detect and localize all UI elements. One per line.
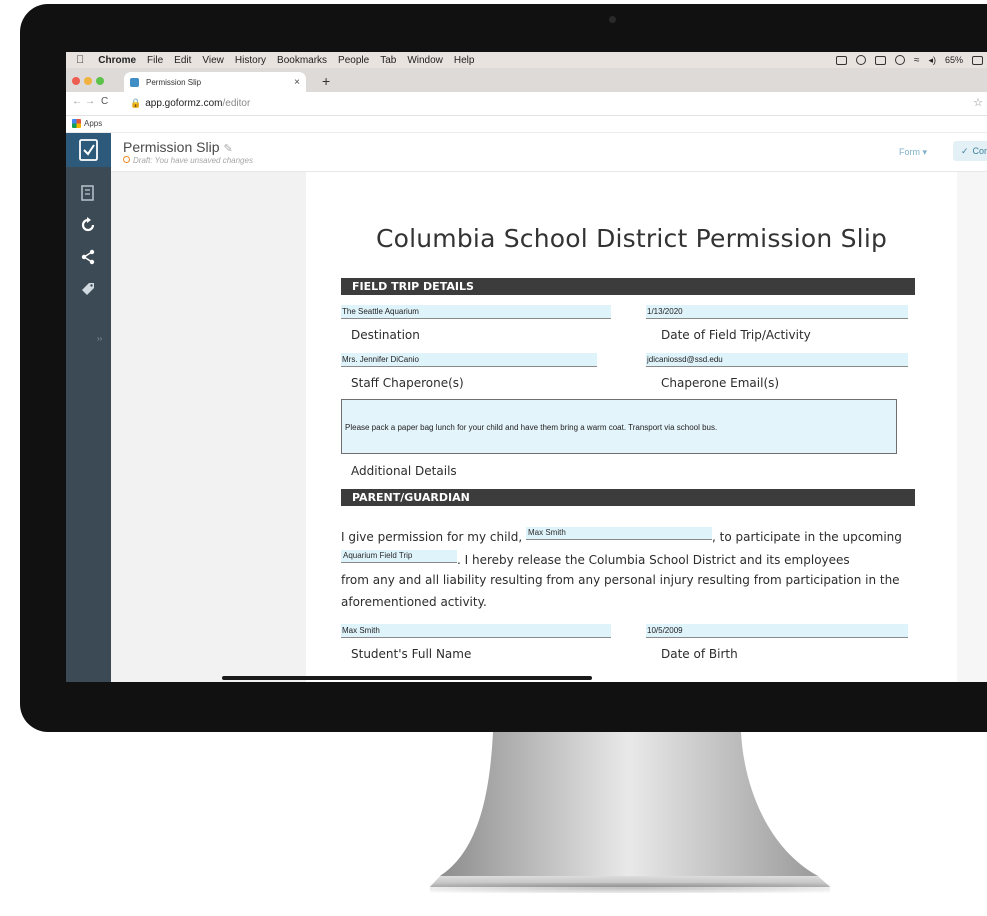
battery-percent[interactable]: 65% [945, 55, 963, 65]
consent-text-2: . I hereby release the Columbia School D… [457, 553, 850, 567]
bookmarks-bar: Apps [66, 116, 987, 133]
student-name-label: Student's Full Name [351, 647, 472, 661]
form-name[interactable]: Permission Slip ✎ [123, 139, 233, 155]
consent-line-3: from any and all liability resulting fro… [341, 573, 900, 587]
refresh-icon[interactable] [76, 213, 100, 237]
airplay-icon[interactable] [874, 55, 886, 65]
chaperone-label: Staff Chaperone(s) [351, 376, 464, 390]
shield-icon[interactable] [855, 55, 866, 65]
menu-history[interactable]: History [235, 55, 266, 66]
menu-tab[interactable]: Tab [380, 55, 396, 66]
browser-toolbar: ← → C 🔒 app.goformz.com/editor ☆ [66, 92, 987, 116]
chaperone-email-field[interactable]: jdicaniossd@ssd.edu [646, 353, 908, 367]
screen-share-icon[interactable] [835, 55, 847, 65]
left-panel [111, 172, 306, 682]
menu-help[interactable]: Help [454, 55, 475, 66]
menu-people[interactable]: People [338, 55, 369, 66]
form-view-label: Form [899, 147, 920, 157]
tab-permission-slip[interactable]: Permission Slip × [124, 72, 306, 92]
child-name-field[interactable]: Max Smith [526, 527, 712, 540]
volume-icon[interactable]: ◂) [928, 55, 936, 66]
wifi-icon[interactable]: ≈ [914, 55, 920, 66]
forward-icon[interactable]: → [85, 96, 95, 107]
destination-field[interactable]: The Seattle Aquarium [341, 305, 611, 319]
complete-button[interactable]: ✓Complete [953, 141, 987, 161]
close-window-button[interactable] [72, 77, 80, 85]
form-view-dropdown[interactable]: Form ▾ [899, 147, 927, 158]
share-icon[interactable] [76, 245, 100, 269]
consent-line-1: I give permission for my child, Max Smit… [341, 527, 921, 544]
trip-date-field[interactable]: 1/13/2020 [646, 305, 908, 319]
minimize-window-button[interactable] [84, 77, 92, 85]
menu-window[interactable]: Window [407, 55, 443, 66]
additional-details-label: Additional Details [351, 464, 457, 478]
draft-status: Draft: You have unsaved changes [123, 156, 253, 165]
birth-date-label: Date of Birth [661, 647, 738, 661]
reload-icon[interactable]: C [101, 96, 108, 107]
additional-details-field[interactable]: Please pack a paper bag lunch for your c… [341, 399, 897, 454]
consent-line-4: aforementioned activity. [341, 595, 487, 609]
app-sidebar: ›› [66, 133, 111, 682]
back-icon[interactable]: ← [72, 96, 82, 107]
apps-shortcut[interactable]: Apps [72, 119, 102, 128]
apps-grid-icon [72, 119, 81, 128]
checkmark-icon: ✓ [961, 145, 969, 156]
trip-name-field[interactable]: Aquarium Field Trip [341, 550, 457, 563]
chaperone-field[interactable]: Mrs. Jennifer DiCanio [341, 353, 597, 367]
battery-icon[interactable] [972, 55, 983, 65]
browser-tab-strip: Permission Slip × + [66, 68, 987, 92]
goformz-favicon-icon [130, 77, 139, 87]
tag-icon[interactable] [76, 277, 100, 301]
chevron-down-icon: ▾ [922, 147, 928, 157]
consent-text-1b: , to participate in the upcoming [712, 530, 902, 544]
fullscreen-window-button[interactable] [96, 77, 104, 85]
bluetooth-icon[interactable] [894, 55, 905, 65]
document-title: Columbia School District Permission Slip [375, 224, 888, 253]
form-name-text: Permission Slip [123, 139, 220, 155]
student-name-field[interactable]: Max Smith [341, 624, 611, 638]
right-panel [957, 172, 987, 682]
birth-date-field[interactable]: 10/5/2009 [646, 624, 908, 638]
screen:  Chrome File Edit View History Bookmark… [66, 52, 987, 682]
edit-pencil-icon[interactable]: ✎ [223, 143, 232, 155]
horizontal-scrollbar[interactable] [222, 676, 592, 680]
mac-menu-bar:  Chrome File Edit View History Bookmark… [66, 52, 987, 68]
list-icon[interactable] [76, 181, 100, 205]
destination-label: Destination [351, 328, 420, 342]
form-check-icon[interactable] [66, 133, 111, 167]
expand-sidebar-icon[interactable]: ›› [97, 334, 102, 343]
chaperone-email-label: Chaperone Email(s) [661, 376, 780, 390]
consent-line-2: Aquarium Field Trip. I hereby release th… [341, 550, 921, 567]
bookmark-star-icon[interactable]: ☆ [973, 96, 983, 109]
section-parent-guardian: PARENT/GUARDIAN [341, 489, 915, 506]
apple-icon[interactable]:  [76, 54, 84, 66]
menu-view[interactable]: View [202, 55, 224, 66]
complete-label: Complete [972, 146, 987, 156]
tab-close-icon[interactable]: × [294, 77, 300, 88]
stand-shadow [430, 883, 830, 893]
draft-status-text: Draft: You have unsaved changes [133, 156, 253, 165]
address-bar[interactable]: 🔒 app.goformz.com/editor [130, 98, 250, 109]
lock-icon: 🔒 [130, 98, 142, 108]
menu-bookmarks[interactable]: Bookmarks [277, 55, 327, 66]
menu-edit[interactable]: Edit [174, 55, 191, 66]
form-header: Permission Slip ✎ Draft: You have unsaved… [111, 133, 987, 172]
form-document: Columbia School District Permission Slip… [306, 172, 957, 682]
section-field-trip-details: FIELD TRIP DETAILS [341, 278, 915, 295]
menu-chrome[interactable]: Chrome [98, 55, 136, 66]
url-host: app.goformz.com [145, 98, 223, 109]
draft-status-icon [123, 156, 130, 163]
new-tab-button[interactable]: + [322, 73, 330, 89]
tab-title: Permission Slip [146, 77, 202, 87]
url-path: /editor [222, 98, 251, 109]
consent-text-1a: I give permission for my child, [341, 530, 523, 544]
apps-label: Apps [84, 119, 103, 128]
menu-file[interactable]: File [147, 55, 163, 66]
trip-date-label: Date of Field Trip/Activity [661, 328, 811, 342]
